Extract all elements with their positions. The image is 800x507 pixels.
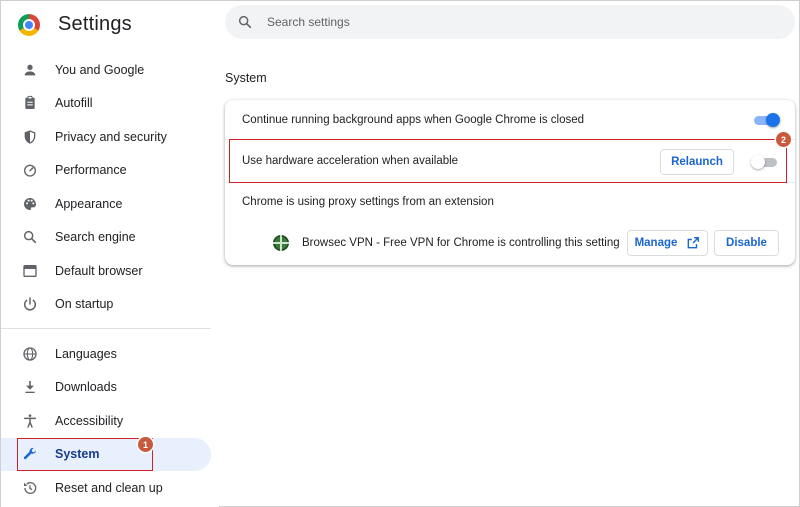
annotation-highlight-system [17, 438, 153, 471]
annotation-badge-2: 2 [776, 132, 791, 147]
open-in-new-icon [686, 236, 700, 250]
shield-icon [21, 128, 39, 146]
sidebar-item-languages[interactable]: Languages [1, 337, 211, 371]
palette-icon [21, 195, 39, 213]
manage-extension-button[interactable]: Manage [627, 230, 708, 256]
sidebar-item-reset-and-clean-up[interactable]: Reset and clean up [1, 471, 211, 505]
power-icon [21, 295, 39, 313]
sidebar-item-label: Autofill [55, 96, 93, 111]
sidebar-item-accessibility[interactable]: Accessibility [1, 404, 211, 438]
chrome-logo-icon [18, 13, 40, 36]
search-bar [225, 5, 795, 39]
sidebar-item-label: Languages [55, 346, 117, 361]
clipboard-icon [21, 94, 39, 112]
search-icon [21, 228, 39, 246]
sidebar-item-on-startup[interactable]: On startup [1, 288, 211, 322]
accessibility-icon [21, 412, 39, 430]
section-title: System [225, 71, 267, 85]
sidebar-item-default-browser[interactable]: Default browser [1, 254, 211, 288]
download-icon [21, 378, 39, 396]
search-icon [237, 14, 253, 30]
background-apps-label: Continue running background apps when Go… [242, 114, 585, 126]
sidebar-item-label: Default browser [55, 263, 143, 278]
background-apps-toggle[interactable] [752, 113, 780, 127]
globe-icon [21, 345, 39, 363]
browser-window-icon [21, 262, 39, 280]
toggle-thumb [766, 113, 780, 127]
sidebar-item-search-engine[interactable]: Search engine [1, 221, 211, 255]
sidebar-item-label: On startup [55, 297, 114, 312]
settings-header: Settings [18, 13, 132, 36]
sidebar-item-label: You and Google [55, 62, 145, 77]
sidebar-nav-advanced: Languages Downloads Accessibility System… [1, 337, 211, 505]
sidebar-item-downloads[interactable]: Downloads [1, 371, 211, 405]
sidebar-item-label: Appearance [55, 196, 123, 211]
speedometer-icon [21, 161, 39, 179]
search-input[interactable] [267, 15, 747, 29]
person-icon [21, 61, 39, 79]
annotation-highlight-hardware-acceleration [229, 139, 787, 183]
page-title: Settings [58, 13, 132, 35]
history-icon [21, 479, 39, 497]
sidebar-item-privacy-and-security[interactable]: Privacy and security [1, 120, 211, 154]
manage-button-label: Manage [634, 237, 678, 249]
sidebar-item-appearance[interactable]: Appearance [1, 187, 211, 221]
sidebar-item-label: Reset and clean up [55, 480, 163, 495]
sidebar-item-performance[interactable]: Performance [1, 154, 211, 188]
annotation-badge-1: 1 [138, 437, 153, 452]
sidebar-item-label: Performance [55, 163, 127, 178]
sidebar-item-you-and-google[interactable]: You and Google [1, 53, 211, 87]
sidebar-item-label: Privacy and security [55, 129, 167, 144]
sidebar-item-label: Downloads [55, 380, 117, 395]
proxy-settings-label: Chrome is using proxy settings from an e… [242, 196, 494, 208]
sidebar-item-label: Search engine [55, 230, 136, 245]
extension-controlling-text: Browsec VPN - Free VPN for Chrome is con… [302, 237, 620, 249]
sidebar-nav: You and Google Autofill Privacy and secu… [1, 53, 211, 321]
sidebar-item-label: Accessibility [55, 413, 124, 428]
sidebar-divider [1, 328, 211, 329]
sidebar: Settings You and Google Autofill Privacy… [1, 1, 219, 507]
disable-extension-button[interactable]: Disable [714, 230, 779, 256]
browsec-extension-icon [273, 235, 289, 251]
sidebar-item-autofill[interactable]: Autofill [1, 87, 211, 121]
